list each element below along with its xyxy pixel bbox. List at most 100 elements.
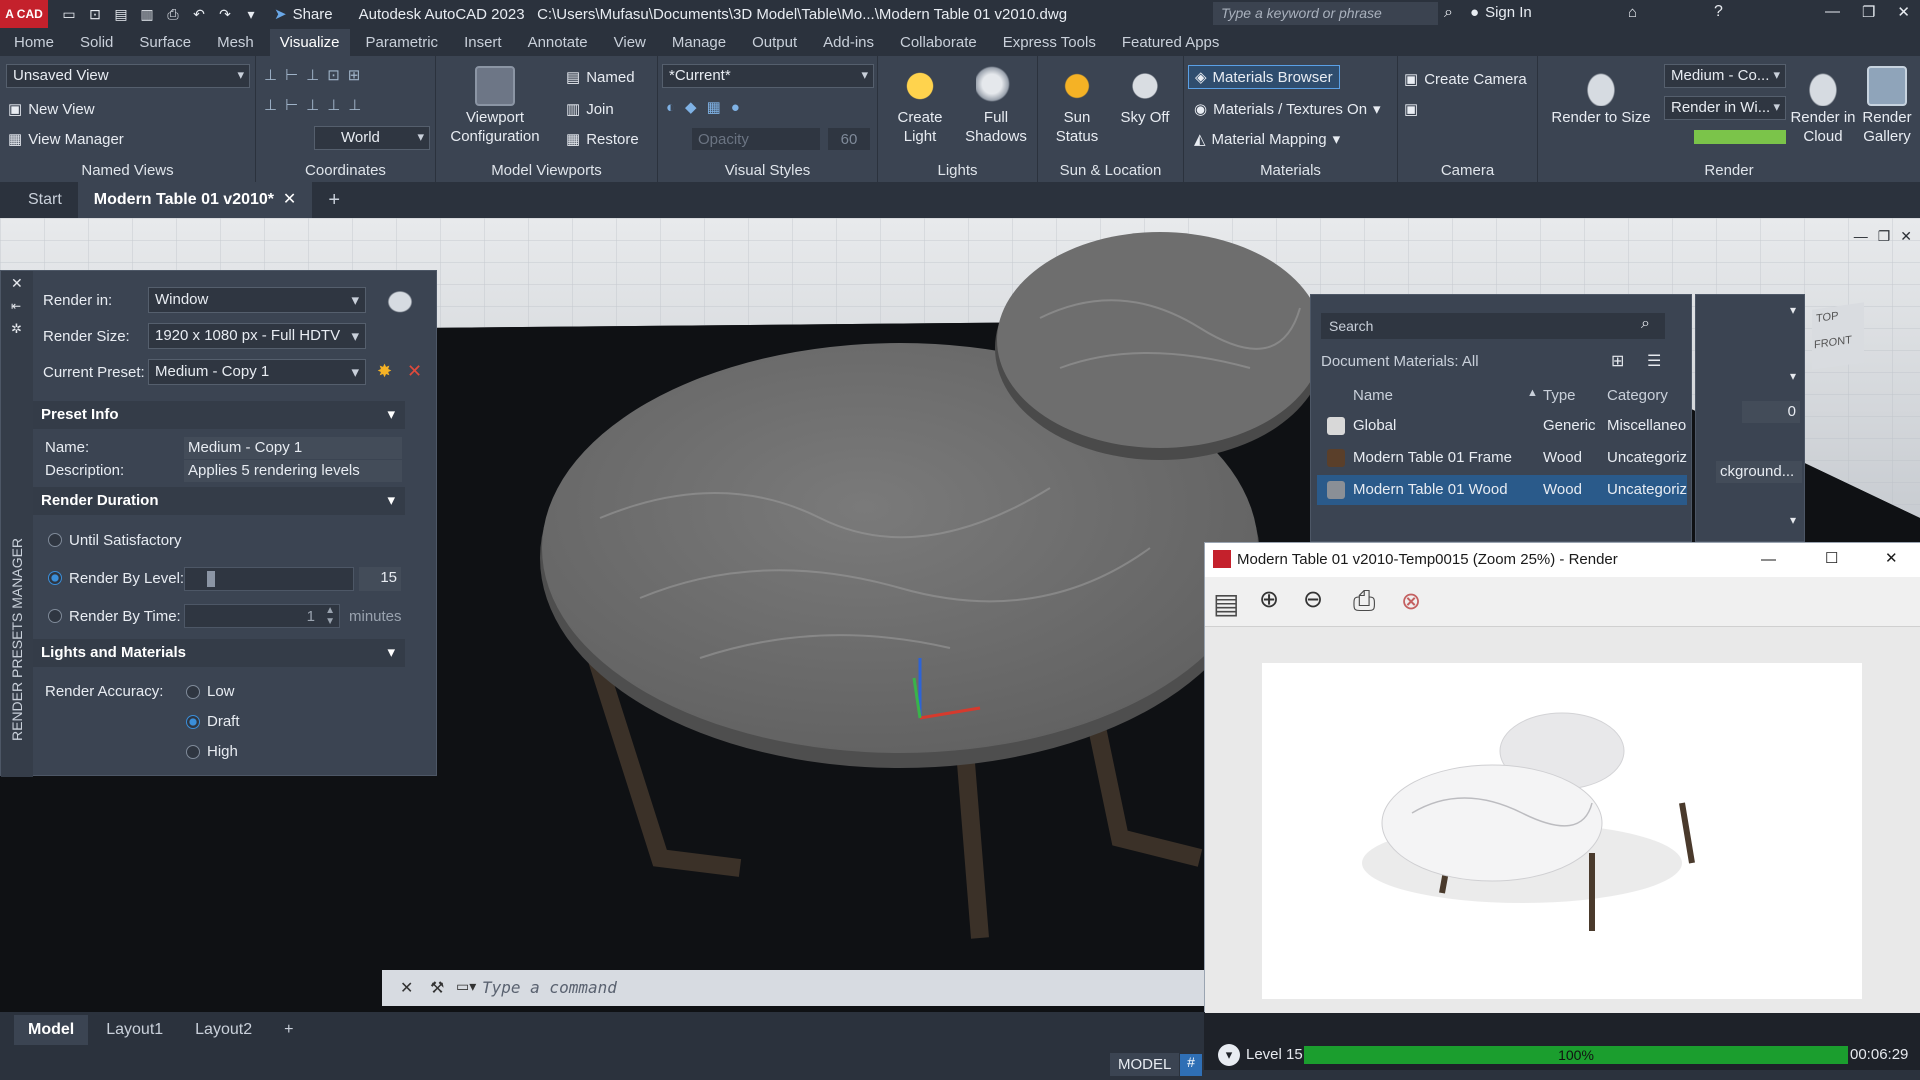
render-teapot-icon[interactable] <box>381 285 419 313</box>
viewcube[interactable]: TOP FRONT <box>1812 302 1864 370</box>
render-duration-header[interactable]: Render Duration <box>33 487 405 515</box>
new-view-button[interactable]: ▣ New View <box>8 100 95 119</box>
share-button[interactable]: ➤ Share <box>274 5 333 24</box>
ucs-tools[interactable]: ⊥⊢⊥⊡⊞ <box>264 66 368 84</box>
chevron-down-icon[interactable]: ▾ <box>1790 303 1796 317</box>
close-icon[interactable]: ✕ <box>1897 3 1910 21</box>
spinner-icon[interactable]: ▲ ▼ <box>325 605 335 627</box>
col-type[interactable]: Type <box>1543 387 1576 404</box>
new-tab-button[interactable]: + <box>312 189 356 212</box>
new-file-icon[interactable]: ▭ <box>60 5 78 23</box>
accuracy-draft-radio[interactable] <box>186 715 200 729</box>
ribbon-tab-collaborate[interactable]: Collaborate <box>900 34 977 51</box>
render-in-select[interactable]: Window <box>148 287 366 313</box>
print-icon[interactable]: ⎙ <box>1353 585 1375 618</box>
render-by-level-radio[interactable] <box>48 571 62 585</box>
render-by-time-radio[interactable] <box>48 609 62 623</box>
ribbon-tab-visualize[interactable]: Visualize <box>269 28 350 56</box>
ribbon-tab-express-tools[interactable]: Express Tools <box>1003 34 1096 51</box>
close-tab-icon[interactable]: ✕ <box>283 191 296 208</box>
materials-search-input[interactable]: Search <box>1321 313 1665 339</box>
named-view-combo[interactable]: Unsaved View <box>6 64 250 88</box>
render-size-select[interactable]: 1920 x 1080 px - Full HDTV <box>148 323 366 349</box>
render-in-cloud-button[interactable]: Render in Cloud <box>1790 66 1856 146</box>
render-to-size-button[interactable]: Render to Size <box>1546 66 1656 127</box>
ribbon-tab-add-ins[interactable]: Add-ins <box>823 34 874 51</box>
viewport-restore-icon[interactable]: ❐ <box>1878 228 1891 245</box>
restore-viewports-button[interactable]: ▦ Restore <box>566 130 639 149</box>
ribbon-tab-surface[interactable]: Surface <box>139 34 191 51</box>
search-icon[interactable]: ⌕ <box>1444 4 1453 22</box>
sky-off-button[interactable]: Sky Off <box>1110 66 1180 127</box>
save-icon[interactable]: ▤ <box>112 5 130 23</box>
viewport-close-icon[interactable]: ✕ <box>1900 228 1912 245</box>
materials-textures-button[interactable]: ◉ Materials / Textures On ▾ <box>1194 100 1381 119</box>
command-input[interactable]: Type a command <box>482 978 617 997</box>
until-satisfactory-radio[interactable] <box>48 533 62 547</box>
palette-close-icon[interactable]: ✕ <box>11 275 23 292</box>
cart-icon[interactable]: ⌂ <box>1628 4 1637 21</box>
active-drawing-tab[interactable]: Modern Table 01 v2010* ✕ <box>77 182 313 218</box>
plot-icon[interactable]: ⎙ <box>164 5 182 23</box>
open-folder-icon[interactable]: ⊡ <box>86 5 104 23</box>
layout-tab-layout1[interactable]: Layout1 <box>92 1015 177 1045</box>
command-close-icon[interactable]: ✕ <box>400 978 413 998</box>
render-time-input[interactable]: 1 ▲ ▼ <box>184 604 340 628</box>
start-tab[interactable]: Start <box>0 191 78 209</box>
material-row[interactable]: Modern Table 01 Frame Wood Uncategorized <box>1317 443 1687 473</box>
preset-info-header[interactable]: Preset Info <box>33 401 405 429</box>
ribbon-tab-parametric[interactable]: Parametric <box>366 34 439 51</box>
col-category[interactable]: Category <box>1607 387 1668 404</box>
ribbon-tab-solid[interactable]: Solid <box>80 34 113 51</box>
sign-in-button[interactable]: ● Sign In <box>1470 4 1532 21</box>
new-preset-icon[interactable]: ✸ <box>377 361 392 382</box>
zoom-out-icon[interactable]: ⊖ <box>1303 585 1323 614</box>
minimize-icon[interactable]: — <box>1761 551 1776 568</box>
document-materials-header[interactable]: Document Materials: All <box>1321 353 1479 370</box>
ucs-tools-2[interactable]: ⊥⊢⊥⊥⊥ <box>264 96 369 114</box>
grid-icon[interactable]: # <box>1180 1054 1202 1076</box>
render-in-combo[interactable]: Render in Wi... <box>1664 96 1786 120</box>
help-search-input[interactable]: Type a keyword or phrase <box>1213 2 1438 25</box>
zoom-in-icon[interactable]: ⊕ <box>1259 585 1279 614</box>
sun-status-button[interactable]: Sun Status <box>1042 66 1112 146</box>
accuracy-low-radio[interactable] <box>186 685 200 699</box>
view-options-icon[interactable]: ☰ <box>1647 351 1661 371</box>
autocad-logo[interactable]: A CAD <box>0 0 48 28</box>
camera-tool-icon[interactable]: ▣ <box>1404 100 1418 118</box>
save-as-icon[interactable]: ▥ <box>138 5 156 23</box>
visual-style-tools[interactable]: ◐◆▦● <box>666 98 750 116</box>
model-space-button[interactable]: MODEL <box>1110 1053 1180 1076</box>
ribbon-tab-insert[interactable]: Insert <box>464 34 502 51</box>
render-quality-bar[interactable] <box>1694 130 1786 144</box>
background-button[interactable]: ckground... <box>1716 461 1802 483</box>
render-gallery-button[interactable]: Render Gallery <box>1856 66 1918 146</box>
slider-thumb[interactable] <box>207 571 215 587</box>
current-preset-select[interactable]: Medium - Copy 1 <box>148 359 366 385</box>
delete-preset-icon[interactable]: ✕ <box>407 361 422 382</box>
layout-tab-model[interactable]: Model <box>14 1015 89 1045</box>
render-level-value[interactable]: 15 <box>359 567 401 591</box>
close-icon[interactable]: ✕ <box>1885 549 1898 567</box>
restore-icon[interactable]: ❐ <box>1862 3 1875 21</box>
preset-description-field[interactable]: Applies 5 rendering levels <box>184 460 402 482</box>
maximize-icon[interactable]: ☐ <box>1825 549 1838 567</box>
opacity-value[interactable]: 60 <box>828 128 870 150</box>
material-row[interactable]: Modern Table 01 Wood Wood Uncategorized <box>1317 475 1687 505</box>
layout-tab-layout2[interactable]: Layout2 <box>181 1015 266 1045</box>
create-camera-button[interactable]: ▣ Create Camera <box>1404 70 1527 89</box>
dropdown-icon[interactable]: ▾ <box>242 5 260 23</box>
ribbon-tab-featured-apps[interactable]: Featured Apps <box>1122 34 1220 51</box>
opacity-slider[interactable]: Opacity <box>692 128 820 150</box>
minimize-icon[interactable]: — <box>1825 3 1840 21</box>
chevron-down-icon[interactable]: ▾ <box>1790 369 1796 383</box>
expand-icon[interactable]: ▾ <box>1218 1044 1240 1066</box>
join-viewports-button[interactable]: ▥ Join <box>566 100 614 119</box>
create-light-button[interactable]: Create Light <box>880 66 960 146</box>
help-icon[interactable]: ? <box>1714 3 1723 21</box>
palette-properties-icon[interactable]: ✲ <box>11 321 22 337</box>
material-mapping-button[interactable]: ◭ Material Mapping ▾ <box>1194 130 1340 149</box>
command-history-icon[interactable]: ▭▾ <box>456 978 476 995</box>
named-viewports-button[interactable]: ▤ Named <box>566 68 635 87</box>
ribbon-tab-output[interactable]: Output <box>752 34 797 51</box>
